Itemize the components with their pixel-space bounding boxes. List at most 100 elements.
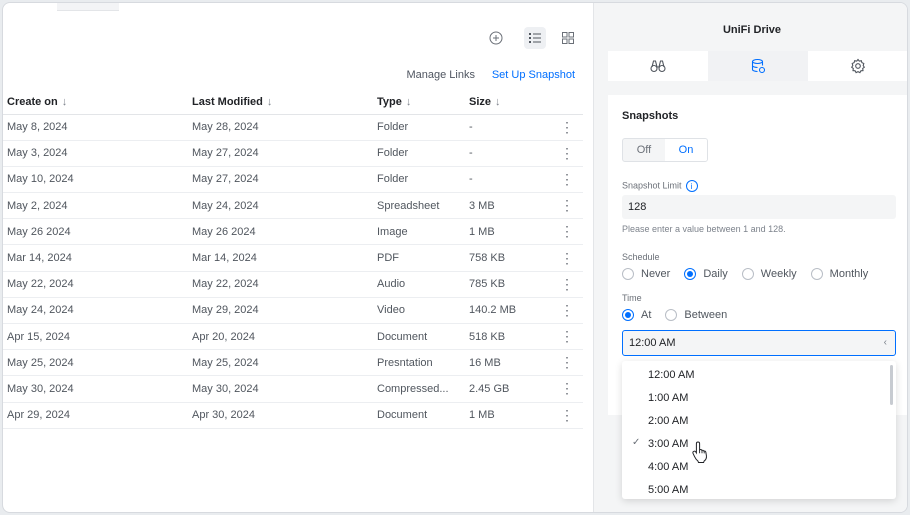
snapshot-limit-input[interactable]: 128 bbox=[622, 195, 896, 219]
column-created[interactable]: Create on ↓ bbox=[3, 90, 188, 115]
snapshot-limit-label: Snapshot Limit i bbox=[622, 180, 698, 192]
dropdown-option-label: 3:00 AM bbox=[648, 437, 689, 450]
more-options-icon[interactable]: ⋮ bbox=[551, 244, 583, 272]
hand-pointer-icon bbox=[692, 441, 707, 463]
time-option[interactable]: At bbox=[622, 309, 651, 321]
column-actions bbox=[551, 90, 583, 115]
cell-size: - bbox=[465, 140, 551, 167]
schedule-option-label: Monthly bbox=[829, 268, 869, 280]
more-options-icon[interactable]: ⋮ bbox=[551, 297, 583, 325]
schedule-option[interactable]: Weekly bbox=[741, 268, 797, 280]
table-header-row: Create on ↓ Last Modified ↓ Type ↓ Size ↓ bbox=[3, 90, 583, 115]
setup-snapshot-link[interactable]: Set Up Snapshot bbox=[492, 69, 575, 81]
cell-size: 1 MB bbox=[465, 402, 551, 429]
cell-type: Presntation bbox=[373, 349, 465, 377]
more-options-icon[interactable]: ⋮ bbox=[551, 166, 583, 194]
cell-created: May 2, 2024 bbox=[3, 192, 188, 220]
cell-type: Image bbox=[373, 218, 465, 246]
snapshot-limit-label-text: Snapshot Limit bbox=[622, 180, 682, 191]
radio-icon bbox=[684, 268, 697, 280]
more-options-icon[interactable]: ⋮ bbox=[551, 402, 583, 429]
schedule-option[interactable]: Daily bbox=[684, 268, 728, 280]
link-actions: Manage Links Set Up Snapshot bbox=[3, 67, 579, 85]
cell-modified: May 27, 2024 bbox=[188, 166, 373, 194]
dropdown-option[interactable]: ✓ 3:00 AM bbox=[622, 432, 882, 455]
storage-icon[interactable] bbox=[708, 51, 808, 81]
cell-created: May 3, 2024 bbox=[3, 140, 188, 167]
column-type[interactable]: Type ↓ bbox=[373, 90, 465, 115]
panel-title: UniFi Drive bbox=[722, 24, 782, 36]
more-options-icon[interactable]: ⋮ bbox=[551, 192, 583, 220]
sort-arrow-icon: ↓ bbox=[495, 95, 501, 108]
table-row[interactable]: Mar 14, 2024 Mar 14, 2024 PDF 758 KB ⋮ bbox=[3, 244, 583, 272]
cell-type: Spreadsheet bbox=[373, 192, 465, 220]
schedule-option[interactable]: Never bbox=[622, 268, 670, 280]
more-options-icon[interactable]: ⋮ bbox=[551, 114, 583, 141]
dropdown-option[interactable]: 2:00 AM bbox=[622, 409, 882, 432]
binoculars-icon[interactable] bbox=[608, 51, 708, 81]
sort-arrow-icon: ↓ bbox=[61, 95, 68, 108]
time-options: At Between bbox=[622, 309, 741, 321]
more-options-icon[interactable]: ⋮ bbox=[551, 375, 583, 403]
cell-modified: May 26 2024 bbox=[188, 218, 373, 246]
grid-view-icon[interactable] bbox=[557, 27, 579, 49]
cell-size: - bbox=[465, 114, 551, 141]
time-select[interactable]: 12:00 AM ‹ bbox=[622, 330, 896, 356]
more-options-icon[interactable]: ⋮ bbox=[551, 323, 583, 351]
cell-modified: Apr 20, 2024 bbox=[188, 323, 373, 351]
cell-size: 758 KB bbox=[465, 244, 551, 272]
schedule-option-label: Never bbox=[641, 268, 671, 280]
cell-created: Apr 15, 2024 bbox=[3, 323, 188, 351]
cell-type: Folder bbox=[373, 114, 465, 141]
column-size[interactable]: Size ↓ bbox=[465, 90, 551, 115]
table-row[interactable]: May 8, 2024 May 28, 2024 Folder - ⋮ bbox=[3, 114, 583, 141]
more-options-icon[interactable]: ⋮ bbox=[551, 349, 583, 377]
add-circle-icon[interactable] bbox=[485, 27, 507, 49]
more-options-icon[interactable]: ⋮ bbox=[551, 271, 583, 298]
toggle-off-option[interactable]: Off bbox=[623, 139, 665, 161]
table-row[interactable]: May 3, 2024 May 27, 2024 Folder - ⋮ bbox=[3, 140, 583, 167]
table-row[interactable]: May 10, 2024 May 27, 2024 Folder - ⋮ bbox=[3, 166, 583, 194]
table-row[interactable]: Apr 15, 2024 Apr 20, 2024 Document 518 KB ⋮ bbox=[3, 323, 583, 351]
cell-size: 2.45 GB bbox=[465, 375, 551, 403]
time-option-label: At bbox=[641, 309, 652, 321]
cell-created: Mar 14, 2024 bbox=[3, 244, 188, 272]
cell-modified: May 30, 2024 bbox=[188, 375, 373, 403]
radio-icon bbox=[665, 309, 678, 321]
table-row[interactable]: May 2, 2024 May 24, 2024 Spreadsheet 3 MB ⋮ bbox=[3, 192, 583, 220]
schedule-option-label: Daily bbox=[703, 268, 728, 280]
table-row[interactable]: May 24, 2024 May 29, 2024 Video 140.2 MB ⋮ bbox=[3, 297, 583, 325]
cell-created: May 30, 2024 bbox=[3, 375, 188, 403]
cell-type: Document bbox=[373, 402, 465, 429]
more-options-icon[interactable]: ⋮ bbox=[551, 140, 583, 167]
table-row[interactable]: May 22, 2024 May 22, 2024 Audio 785 KB ⋮ bbox=[3, 271, 583, 298]
more-options-icon[interactable]: ⋮ bbox=[551, 218, 583, 246]
schedule-option-label: Weekly bbox=[760, 268, 797, 280]
schedule-option[interactable]: Monthly bbox=[810, 268, 869, 280]
browser-tab-stub[interactable] bbox=[57, 3, 119, 11]
gear-icon[interactable] bbox=[808, 51, 907, 81]
time-select-value: 12:00 AM bbox=[629, 337, 676, 349]
dropdown-option[interactable]: 1:00 AM bbox=[622, 386, 882, 409]
dropdown-option-label: 1:00 AM bbox=[648, 391, 689, 404]
dropdown-option[interactable]: 12:00 AM bbox=[622, 363, 882, 386]
table-row[interactable]: May 30, 2024 May 30, 2024 Compressed... 2.4… bbox=[3, 375, 583, 403]
dropdown-option[interactable]: 4:00 AM bbox=[622, 455, 882, 478]
dropdown-option-label: 2:00 AM bbox=[648, 414, 689, 427]
column-modified[interactable]: Last Modified ↓ bbox=[188, 90, 373, 115]
table-row[interactable]: May 26 2024 May 26 2024 Image 1 MB ⋮ bbox=[3, 218, 583, 246]
table-row[interactable]: Apr 29, 2024 Apr 30, 2024 Document 1 MB ⋮ bbox=[3, 402, 583, 429]
list-view-icon[interactable] bbox=[524, 27, 546, 49]
table-row[interactable]: May 25, 2024 May 25, 2024 Presntation 16 MB… bbox=[3, 349, 583, 377]
info-icon[interactable]: i bbox=[685, 180, 698, 192]
dropdown-option-label: 4:00 AM bbox=[648, 460, 689, 473]
cell-type: Document bbox=[373, 323, 465, 351]
cell-created: Apr 29, 2024 bbox=[3, 402, 188, 429]
toggle-on-option[interactable]: On bbox=[665, 139, 707, 161]
time-option[interactable]: Between bbox=[665, 309, 727, 321]
dropdown-option[interactable]: 5:00 AM bbox=[622, 478, 882, 499]
dropdown-scrollbar[interactable] bbox=[890, 365, 893, 405]
cell-size: 1 MB bbox=[465, 218, 551, 246]
file-table: Create on ↓ Last Modified ↓ Type ↓ Size ↓ Ma… bbox=[3, 90, 583, 429]
manage-links-link[interactable]: Manage Links bbox=[407, 69, 476, 81]
